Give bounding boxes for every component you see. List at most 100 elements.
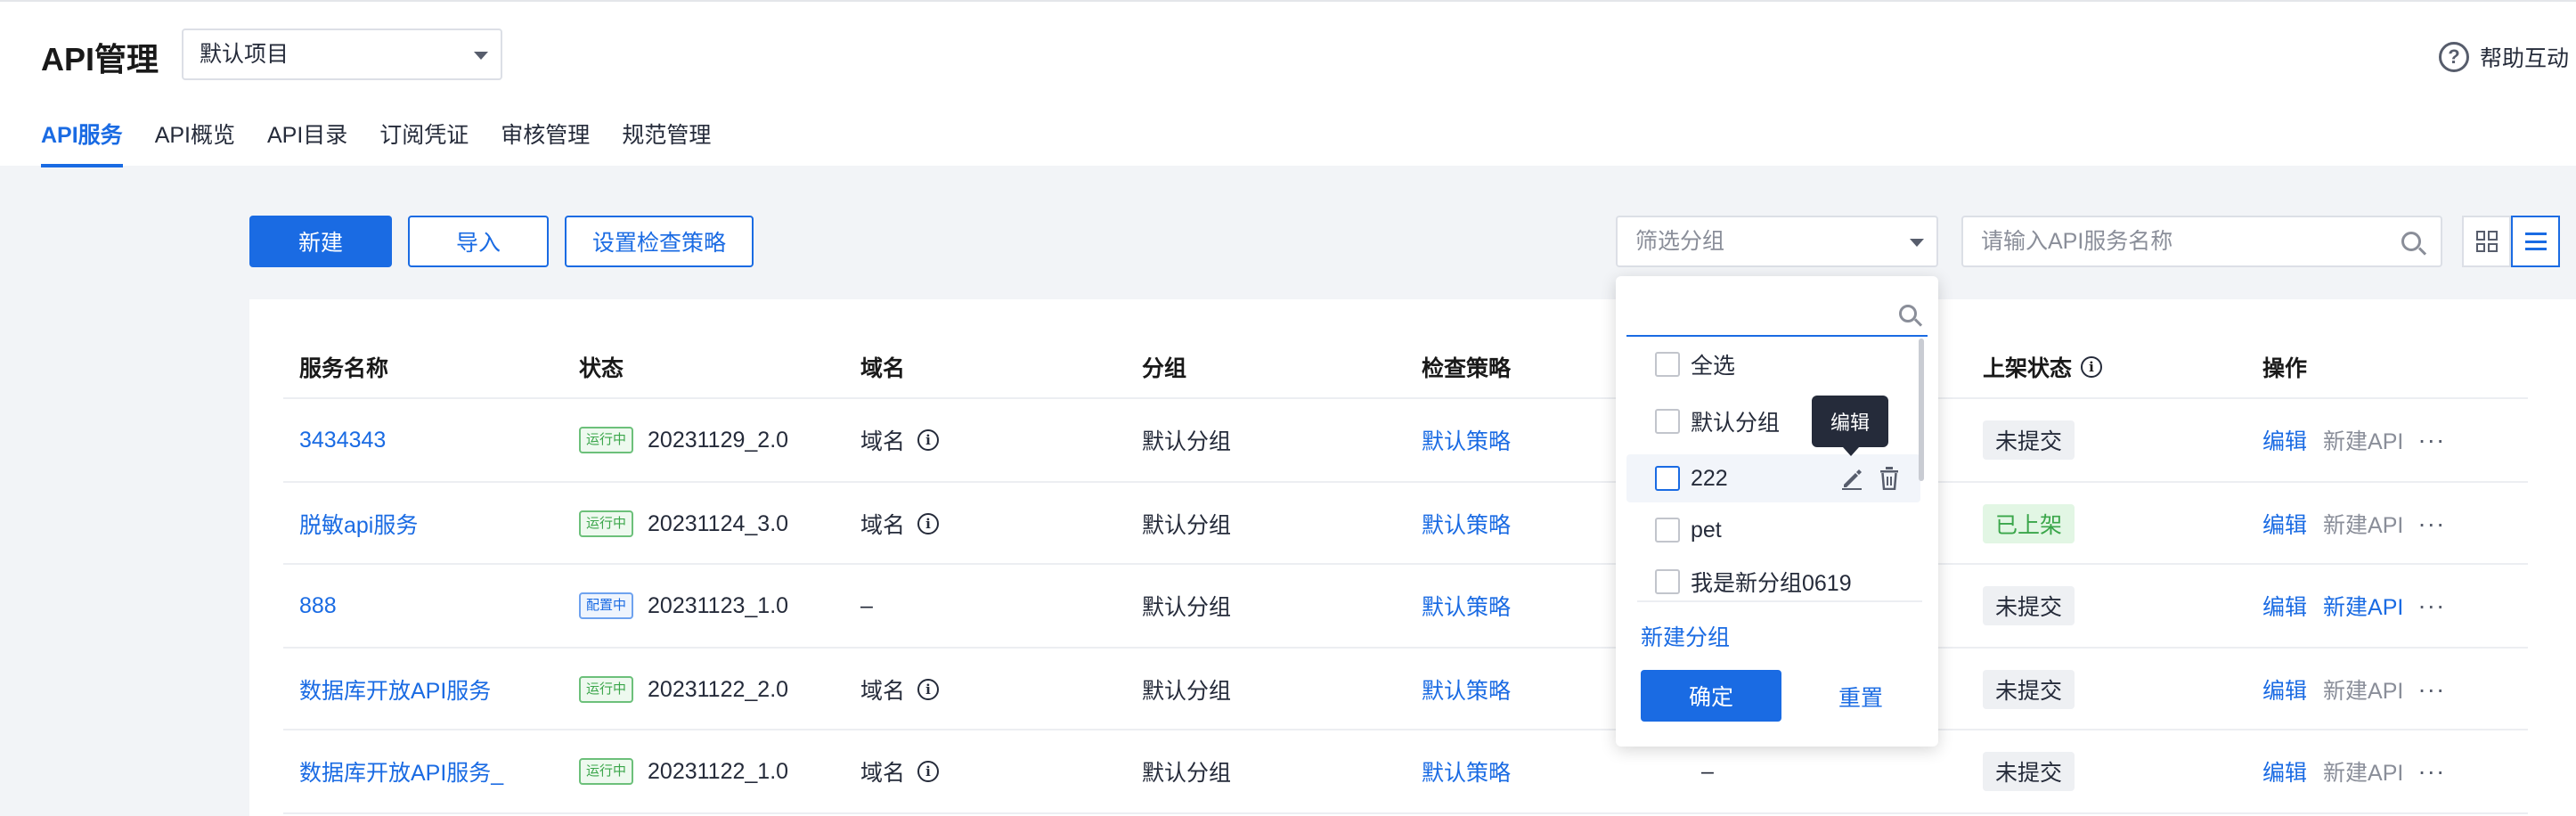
- version-text: 20231122_2.0: [648, 676, 789, 702]
- chevron-down-icon: [1910, 239, 1924, 247]
- service-name-link[interactable]: 888: [299, 593, 337, 619]
- policy-link[interactable]: 默认策略: [1422, 590, 1511, 622]
- group-option-pet[interactable]: pet: [1626, 506, 1920, 554]
- cell-group: 默认分组: [1142, 588, 1231, 624]
- status-badge: 运行中: [579, 676, 634, 703]
- col-header-domain: 域名: [860, 356, 906, 381]
- grid-view-button[interactable]: [2462, 216, 2511, 267]
- group-text: 默认分组: [1142, 429, 1232, 454]
- help-button[interactable]: ? 帮助互动: [2438, 39, 2569, 75]
- checkbox[interactable]: [1655, 466, 1680, 491]
- edit-link[interactable]: 编辑: [2262, 755, 2307, 787]
- info-icon[interactable]: i: [917, 761, 940, 782]
- new-button[interactable]: 新建: [249, 216, 392, 267]
- new-api-link[interactable]: 新建API: [2323, 424, 2403, 456]
- service-name-link[interactable]: 3434343: [299, 428, 386, 453]
- service-search-input[interactable]: [1963, 217, 2373, 265]
- tab-api-catalog[interactable]: API目录: [267, 118, 347, 167]
- edit-link[interactable]: 编辑: [2262, 424, 2307, 456]
- cell-actions: 编辑 新建API ···: [2262, 672, 2445, 707]
- group-option-label: pet: [1691, 517, 1722, 543]
- checkbox[interactable]: [1655, 518, 1680, 543]
- group-option-label: 我是新分组0619: [1691, 571, 1852, 596]
- tab-spec-management[interactable]: 规范管理: [622, 118, 711, 167]
- group-search-field[interactable]: [1626, 290, 1928, 337]
- new-api-link[interactable]: 新建API: [2323, 755, 2403, 787]
- cell-status: 运行中 20231122_2.0: [579, 672, 788, 707]
- policy-link[interactable]: 默认策略: [1422, 755, 1511, 787]
- info-icon[interactable]: i: [917, 679, 940, 700]
- info-icon[interactable]: i: [917, 429, 940, 451]
- domain-text: 域名: [860, 679, 906, 704]
- tab-review-management[interactable]: 审核管理: [501, 118, 590, 167]
- cell-publish: 已上架: [1983, 504, 2075, 543]
- group-option-222[interactable]: 222: [1626, 454, 1920, 502]
- checkbox[interactable]: [1655, 409, 1680, 434]
- tab-api-service[interactable]: API服务: [41, 118, 123, 167]
- policy-link[interactable]: 默认策略: [1422, 424, 1511, 456]
- service-name-link[interactable]: 数据库开放API服务: [299, 673, 491, 706]
- new-group-link[interactable]: 新建分组: [1641, 620, 1730, 652]
- cell-policy: 默认策略: [1422, 588, 1511, 624]
- more-icon[interactable]: ···: [2417, 675, 2445, 704]
- edit-link[interactable]: 编辑: [2262, 590, 2307, 622]
- cell-service-name: 数据库开放API服务: [299, 672, 491, 707]
- cell-domain: –: [860, 588, 873, 624]
- list-view-button[interactable]: [2511, 216, 2560, 267]
- help-label: 帮助互动: [2479, 46, 2569, 71]
- cell-service-name: 3434343: [299, 422, 386, 458]
- more-icon[interactable]: ···: [2417, 426, 2445, 454]
- list-icon: [2524, 233, 2547, 250]
- cell-domain: 域名 i: [860, 422, 940, 458]
- policy-link[interactable]: 默认策略: [1422, 508, 1511, 540]
- group-option-select-all[interactable]: 全选: [1626, 340, 1920, 388]
- cell-domain: 域名 i: [860, 754, 940, 789]
- col-header-status: 状态: [579, 356, 624, 381]
- confirm-button[interactable]: 确定: [1641, 670, 1781, 722]
- search-icon[interactable]: [2401, 232, 2421, 251]
- col-header-policy: 检查策略: [1422, 356, 1512, 381]
- new-api-link[interactable]: 新建API: [2323, 590, 2403, 622]
- cell-actions: 编辑 新建API ···: [2262, 422, 2445, 458]
- cell-actions: 编辑 新建API ···: [2262, 506, 2445, 542]
- trash-icon[interactable]: [1879, 467, 1899, 490]
- tab-subscription-credentials[interactable]: 订阅凭证: [379, 118, 469, 167]
- more-icon[interactable]: ···: [2417, 757, 2445, 786]
- cell-actions: 编辑 新建API ···: [2262, 754, 2445, 789]
- col-header-publish-label: 上架状态: [1983, 356, 2073, 381]
- group-filter-select[interactable]: 筛选分组: [1616, 216, 1938, 267]
- checkbox[interactable]: [1655, 352, 1680, 377]
- group-option-new-group-0619[interactable]: 我是新分组0619: [1626, 558, 1920, 606]
- cell-service-name: 脱敏api服务: [299, 506, 418, 542]
- set-check-policy-button[interactable]: 设置检查策略: [565, 216, 754, 267]
- import-button[interactable]: 导入: [408, 216, 549, 267]
- new-api-link[interactable]: 新建API: [2323, 673, 2403, 706]
- reset-button[interactable]: 重置: [1838, 681, 1883, 713]
- edit-link[interactable]: 编辑: [2262, 508, 2307, 540]
- more-icon[interactable]: ···: [2417, 592, 2445, 620]
- domain-text: 域名: [860, 513, 906, 538]
- info-icon[interactable]: i: [2081, 356, 2103, 378]
- project-select[interactable]: 默认项目: [182, 29, 502, 80]
- row-divider: [283, 812, 2528, 814]
- edit-pencil-icon[interactable]: [1840, 467, 1863, 490]
- view-toggle: [2462, 216, 2560, 267]
- checkbox[interactable]: [1655, 569, 1680, 594]
- dropdown-scrollbar[interactable]: [1919, 339, 1924, 759]
- more-icon[interactable]: ···: [2417, 510, 2445, 538]
- service-name-link[interactable]: 脱敏api服务: [299, 508, 418, 540]
- policy-link[interactable]: 默认策略: [1422, 673, 1511, 706]
- info-icon[interactable]: i: [917, 513, 940, 534]
- col-header-actions: 操作: [2262, 356, 2308, 381]
- cell-hidden-col: –: [1701, 754, 1714, 789]
- new-api-link[interactable]: 新建API: [2323, 508, 2403, 540]
- dropdown-divider: [1637, 600, 1922, 602]
- col-header-name: 服务名称: [299, 356, 389, 381]
- service-name-link[interactable]: 数据库开放API服务_: [299, 755, 503, 787]
- project-select-value: 默认项目: [200, 42, 289, 67]
- tab-api-overview[interactable]: API概览: [155, 118, 235, 167]
- edit-link[interactable]: 编辑: [2262, 673, 2307, 706]
- row-divider: [283, 647, 2528, 649]
- domain-text: –: [860, 592, 873, 618]
- domain-text: 域名: [860, 429, 906, 454]
